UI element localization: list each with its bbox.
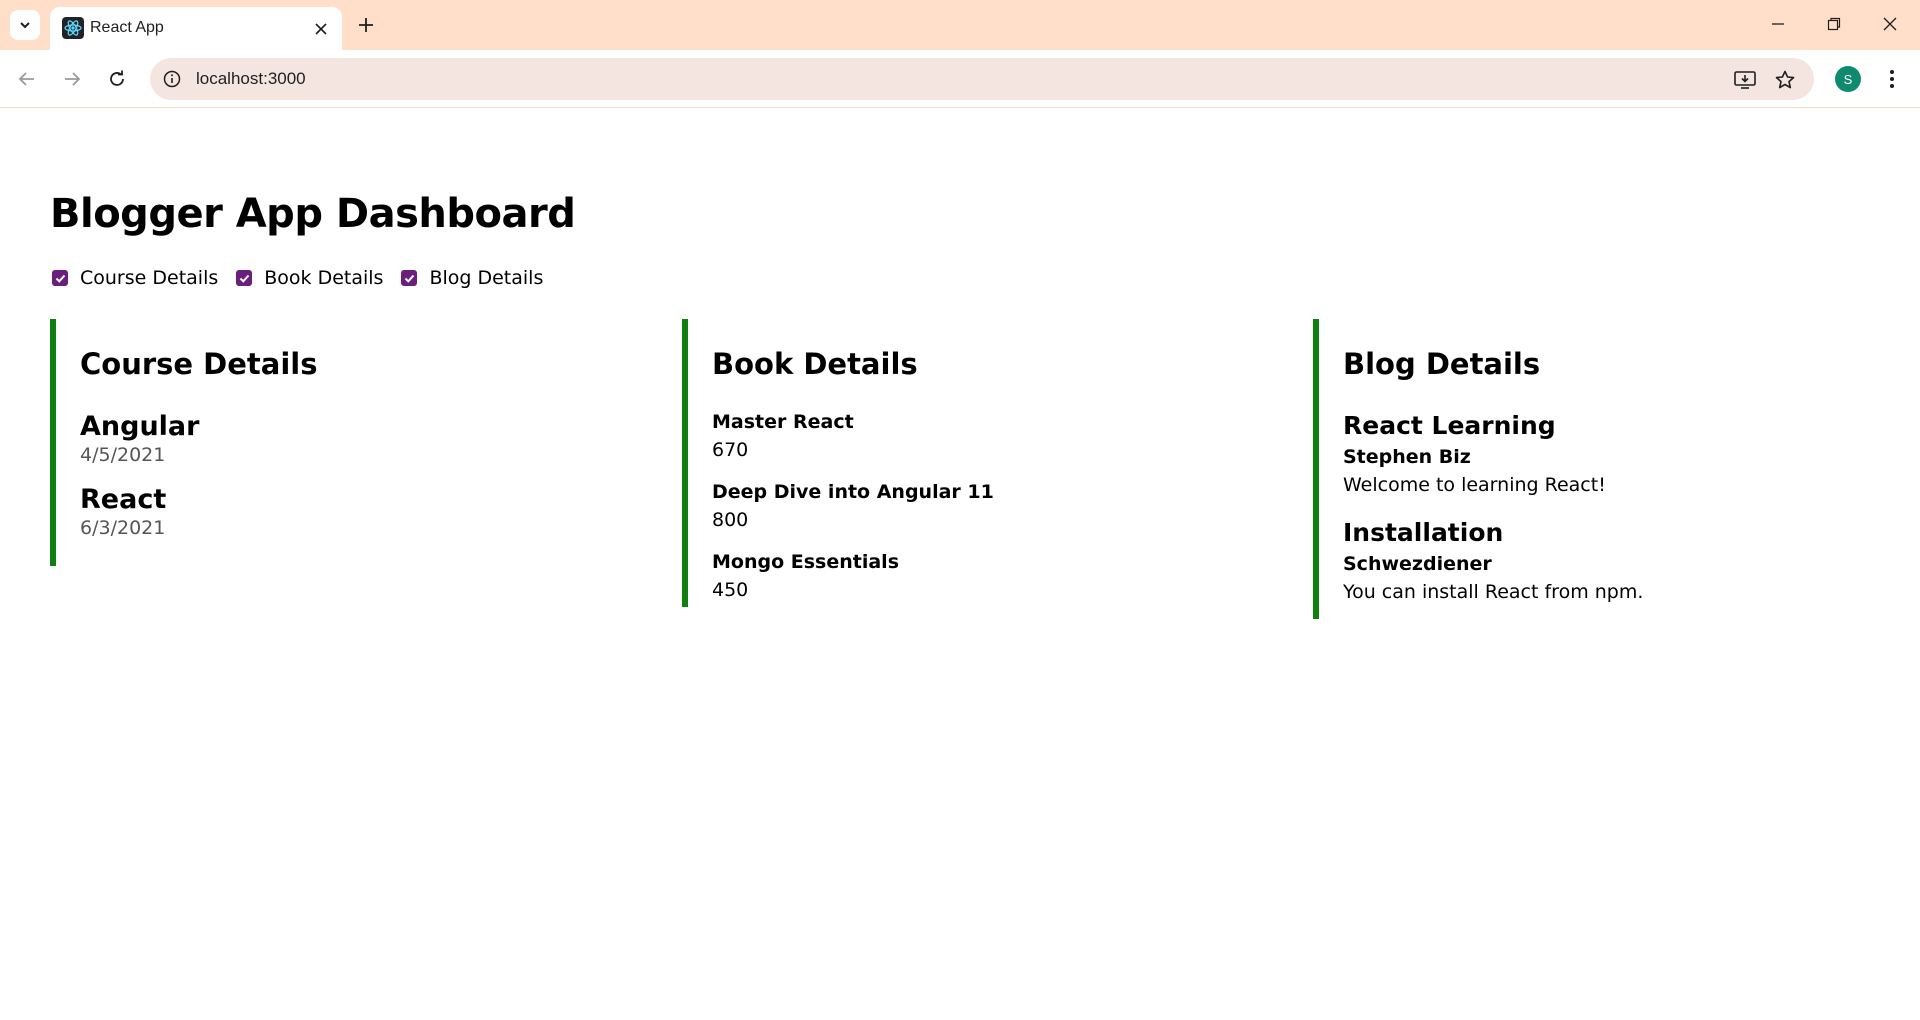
checkmark-icon <box>239 274 249 283</box>
page-title: Blogger App Dashboard <box>50 191 576 237</box>
tab-close-button[interactable] <box>310 18 332 40</box>
profile-avatar[interactable]: S <box>1835 66 1861 92</box>
checkbox-checked[interactable] <box>236 270 253 286</box>
filter-label: Course Details <box>80 267 219 289</box>
checkbox-checked[interactable] <box>52 270 68 286</box>
browser-menu-button[interactable] <box>1878 63 1906 95</box>
book-name: Mongo Essentials <box>712 551 900 573</box>
checkmark-icon <box>404 274 415 283</box>
reload-icon <box>110 70 124 86</box>
tab-react-app[interactable]: React App <box>50 7 342 50</box>
star-icon <box>1775 70 1795 89</box>
book-details-panel: Book Details Master React 670 Deep Dive … <box>682 319 1242 607</box>
course-name: Angular <box>80 411 200 442</box>
blog-title: React Learning <box>1343 411 1556 440</box>
url-text[interactable]: localhost:3000 <box>196 69 306 89</box>
list-item: React Learning Stephen Biz Welcome to le… <box>1343 411 1873 496</box>
more-vertical-icon <box>1890 70 1894 88</box>
restore-icon <box>1827 17 1841 31</box>
close-window-button[interactable] <box>1862 0 1918 48</box>
tab-title: React App <box>90 19 164 36</box>
filter-blog-details[interactable]: Blog Details <box>401 267 543 289</box>
address-bar[interactable]: localhost:3000 <box>150 58 1814 100</box>
back-button[interactable] <box>11 63 43 95</box>
book-price: 800 <box>712 509 749 531</box>
close-icon <box>315 23 327 35</box>
blog-title: Installation <box>1343 518 1504 547</box>
arrow-right-icon <box>65 72 81 86</box>
chevron-down-icon <box>20 22 30 29</box>
list-item: Installation Schwezdiener You can instal… <box>1343 518 1873 603</box>
panel-heading: Blog Details <box>1343 347 1541 381</box>
new-tab-button[interactable] <box>352 11 380 39</box>
blog-author: Schwezdiener <box>1343 553 1492 575</box>
list-item: Mongo Essentials 450 <box>712 551 1242 601</box>
install-app-button[interactable] <box>1732 67 1758 93</box>
book-name: Deep Dive into Angular 11 <box>712 481 994 503</box>
blog-details-panel: Blog Details React Learning Stephen Biz … <box>1313 319 1873 619</box>
blog-content: Welcome to learning React! <box>1343 474 1606 496</box>
browser-toolbar: localhost:3000 S <box>0 50 1920 108</box>
site-info-button[interactable] <box>160 67 184 91</box>
install-icon <box>1734 71 1756 89</box>
blog-content: You can install React from npm. <box>1343 581 1644 603</box>
minimize-button[interactable] <box>1750 0 1806 48</box>
filter-course-details[interactable]: Course Details <box>52 267 218 289</box>
panel-heading: Book Details <box>712 347 918 381</box>
course-date: 4/5/2021 <box>80 444 166 466</box>
minimize-icon <box>1772 23 1784 25</box>
checkbox-checked[interactable] <box>401 270 418 286</box>
filter-label: Blog Details <box>429 267 544 289</box>
course-name: React <box>80 484 167 515</box>
filter-checkboxes: Course Details Book Details Blog Details <box>52 267 561 289</box>
filter-book-details[interactable]: Book Details <box>236 267 383 289</box>
info-icon <box>163 70 181 88</box>
reload-button[interactable] <box>101 63 133 95</box>
filter-label: Book Details <box>264 267 384 289</box>
plus-icon <box>359 18 373 32</box>
react-logo-icon <box>62 17 84 39</box>
page-content: Blogger App Dashboard Course Details Boo… <box>0 109 1920 1020</box>
book-price: 450 <box>712 579 749 601</box>
course-date: 6/3/2021 <box>80 517 166 539</box>
restore-button[interactable] <box>1806 0 1862 48</box>
panel-heading: Course Details <box>80 347 318 381</box>
forward-button[interactable] <box>56 63 88 95</box>
tab-strip: React App <box>0 0 1920 50</box>
checkmark-icon <box>55 274 65 283</box>
arrow-left-icon <box>18 72 34 86</box>
close-icon <box>1883 17 1897 31</box>
bookmark-button[interactable] <box>1772 67 1798 93</box>
list-item: Deep Dive into Angular 11 800 <box>712 481 1242 531</box>
book-name: Master React <box>712 411 854 433</box>
list-item: Angular 4/5/2021 <box>80 411 610 466</box>
book-price: 670 <box>712 439 749 461</box>
blog-author: Stephen Biz <box>1343 446 1471 468</box>
tab-search-button[interactable] <box>10 10 40 40</box>
course-details-panel: Course Details Angular 4/5/2021 React 6/… <box>50 319 610 566</box>
list-item: Master React 670 <box>712 411 1242 461</box>
list-item: React 6/3/2021 <box>80 484 610 539</box>
